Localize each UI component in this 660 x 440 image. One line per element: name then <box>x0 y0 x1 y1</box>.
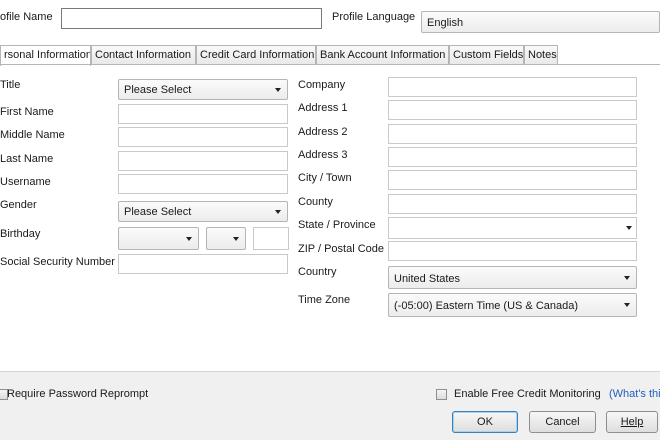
chevron-down-icon <box>233 237 239 241</box>
tab-label: rsonal Information <box>4 49 91 61</box>
state-combobox[interactable] <box>388 217 637 239</box>
birthday-year-input[interactable] <box>253 227 289 250</box>
credit-monitoring-label: Enable Free Credit Monitoring <box>454 388 601 400</box>
reprompt-label: Require Password Reprompt <box>7 388 149 400</box>
credit-monitoring-checkbox[interactable] <box>436 389 447 400</box>
first-name-label: First Name <box>0 106 54 118</box>
zip-input[interactable] <box>388 241 637 261</box>
chevron-down-icon <box>275 88 281 92</box>
help-button[interactable]: Help <box>606 411 658 433</box>
chevron-down-icon <box>186 237 192 241</box>
chevron-down-icon <box>624 303 630 307</box>
country-value: United States <box>394 273 461 285</box>
middle-name-input[interactable] <box>118 127 288 147</box>
profile-name-label: ofile Name <box>0 11 53 23</box>
tab-credit-card-information[interactable]: Credit Card Information <box>196 45 316 65</box>
cancel-button[interactable]: Cancel <box>529 411 596 433</box>
title-value: Please Select <box>124 84 192 96</box>
chevron-down-icon <box>275 210 281 214</box>
gender-select[interactable]: Please Select <box>118 201 288 222</box>
whats-this-link[interactable]: (What's thi <box>609 388 660 400</box>
zip-label: ZIP / Postal Code <box>298 243 385 255</box>
tab-bank-account-information[interactable]: Bank Account Information <box>316 45 449 65</box>
gender-label: Gender <box>0 199 37 211</box>
address2-label: Address 2 <box>298 126 348 138</box>
tab-label: Custom Fields <box>453 49 524 61</box>
tab-divider <box>0 64 660 65</box>
address2-input[interactable] <box>388 124 637 144</box>
ssn-input[interactable] <box>118 254 288 274</box>
profile-language-label: Profile Language <box>332 11 416 23</box>
birthday-label: Birthday <box>0 228 41 240</box>
company-label: Company <box>298 79 346 91</box>
timezone-select[interactable]: (-05:00) Eastern Time (US & Canada) <box>388 293 637 317</box>
tab-personal-information[interactable]: rsonal Information <box>0 45 91 66</box>
tab-label: Bank Account Information <box>320 49 446 61</box>
last-name-label: Last Name <box>0 153 54 165</box>
tab-custom-fields[interactable]: Custom Fields <box>449 45 524 65</box>
profile-language-value: English <box>427 17 464 29</box>
ok-button[interactable]: OK <box>452 411 518 433</box>
tab-notes[interactable]: Notes <box>524 45 558 65</box>
title-label: Title <box>0 79 21 91</box>
profile-name-input[interactable] <box>61 8 322 29</box>
country-label: Country <box>298 266 337 278</box>
company-input[interactable] <box>388 77 637 97</box>
address3-label: Address 3 <box>298 149 348 161</box>
state-label: State / Province <box>298 219 376 231</box>
chevron-down-icon[interactable] <box>626 226 632 230</box>
tab-label: Contact Information <box>95 49 191 61</box>
birthday-day-select[interactable] <box>206 227 246 250</box>
chevron-down-icon <box>624 276 630 280</box>
city-label: City / Town <box>298 172 352 184</box>
title-select[interactable]: Please Select <box>118 79 288 100</box>
county-input[interactable] <box>388 194 637 214</box>
ssn-label: Social Security Number <box>0 256 115 268</box>
country-select[interactable]: United States <box>388 266 637 289</box>
timezone-value: (-05:00) Eastern Time (US & Canada) <box>394 300 579 312</box>
address1-label: Address 1 <box>298 102 348 114</box>
tab-label: Notes <box>528 49 557 61</box>
first-name-input[interactable] <box>118 104 288 124</box>
last-name-input[interactable] <box>118 151 288 171</box>
gender-value: Please Select <box>124 206 192 218</box>
city-input[interactable] <box>388 170 637 190</box>
birthday-month-select[interactable] <box>118 227 199 250</box>
tab-contact-information[interactable]: Contact Information <box>91 45 196 65</box>
address1-input[interactable] <box>388 100 637 120</box>
profile-language-select[interactable]: English <box>421 11 660 33</box>
username-label: Username <box>0 176 51 188</box>
username-input[interactable] <box>118 174 288 194</box>
timezone-label: Time Zone <box>298 294 351 306</box>
middle-name-label: Middle Name <box>0 129 65 141</box>
county-label: County <box>298 196 333 208</box>
address3-input[interactable] <box>388 147 637 167</box>
tab-label: Credit Card Information <box>200 49 315 61</box>
